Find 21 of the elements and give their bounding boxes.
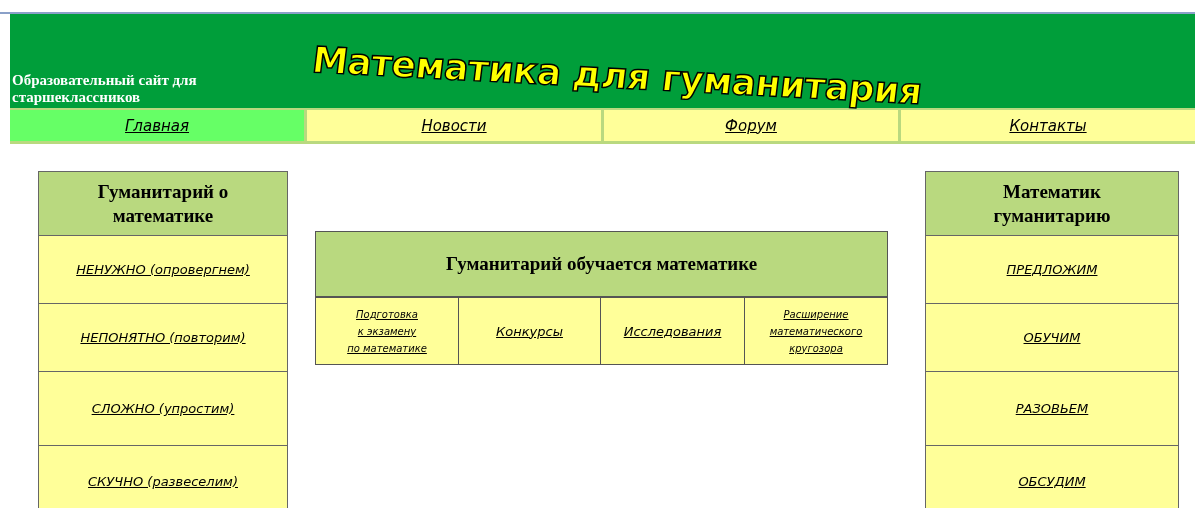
menu-link[interactable]: ОБУЧИМ: [1023, 330, 1081, 345]
menu-link[interactable]: ПРЕДЛОЖИМ: [1006, 262, 1098, 277]
menu-link[interactable]: Расширение математического кругозора: [769, 305, 863, 357]
site-title: Математика для гуманитария: [309, 39, 924, 112]
panel-heading: Гуманитарий о математике: [39, 172, 287, 236]
panel-heading: Математик гуманитарию: [926, 172, 1178, 236]
menu-link[interactable]: НЕПОНЯТНО (повторим): [80, 330, 246, 345]
menu-link[interactable]: Конкурсы: [496, 323, 563, 339]
menu-link[interactable]: Исследования: [623, 323, 722, 339]
panel-heading: Гуманитарий обучается математике: [316, 232, 887, 298]
nav-link[interactable]: Контакты: [1009, 116, 1087, 135]
nav-link[interactable]: Новости: [421, 116, 487, 135]
menu-link[interactable]: СЛОЖНО (упростим): [91, 401, 235, 416]
menu-link[interactable]: НЕНУЖНО (опровергнем): [76, 262, 250, 277]
nav-link[interactable]: Форум: [725, 116, 777, 135]
site-subtitle: Образовательный сайт для старшеклассников: [12, 72, 198, 106]
nav-link[interactable]: Главная: [125, 116, 189, 135]
menu-link[interactable]: РАЗОВЬЕМ: [1015, 401, 1089, 416]
menu-link[interactable]: СКУЧНО (развеселим): [88, 473, 238, 489]
menu-link[interactable]: Подготовка к экзамену по математике: [347, 305, 427, 357]
menu-link[interactable]: ОБСУДИМ: [1018, 473, 1086, 489]
